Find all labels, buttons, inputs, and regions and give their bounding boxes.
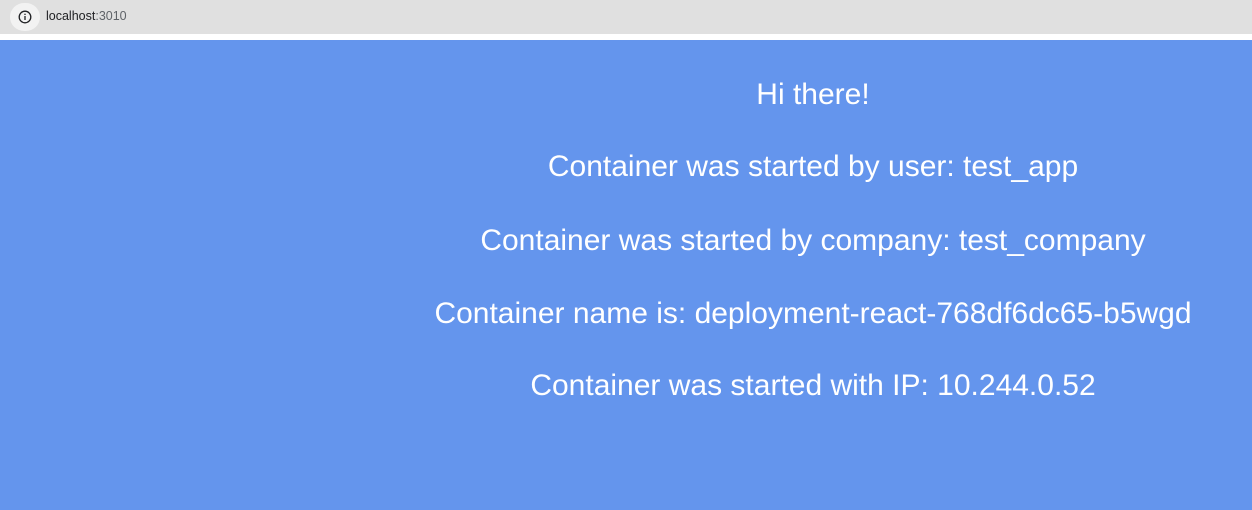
address-bar[interactable]: localhost:3010 bbox=[10, 3, 170, 31]
company-line: Container was started by company: test_c… bbox=[480, 224, 1146, 257]
greeting-text: Hi there! bbox=[756, 78, 870, 111]
url-port: :3010 bbox=[95, 9, 127, 23]
url-host: localhost bbox=[46, 9, 96, 23]
ip-line: Container was started with IP: 10.244.0.… bbox=[530, 369, 1096, 402]
user-line: Container was started by user: test_app bbox=[547, 150, 1079, 183]
url-text[interactable]: localhost:3010 bbox=[46, 9, 127, 23]
page-body: Hi there! Container was started by user:… bbox=[0, 40, 1252, 510]
info-icon[interactable] bbox=[10, 3, 40, 31]
browser-toolbar: localhost:3010 bbox=[0, 0, 1252, 34]
container-name-line: Container name is: deployment-react-768d… bbox=[434, 297, 1192, 330]
